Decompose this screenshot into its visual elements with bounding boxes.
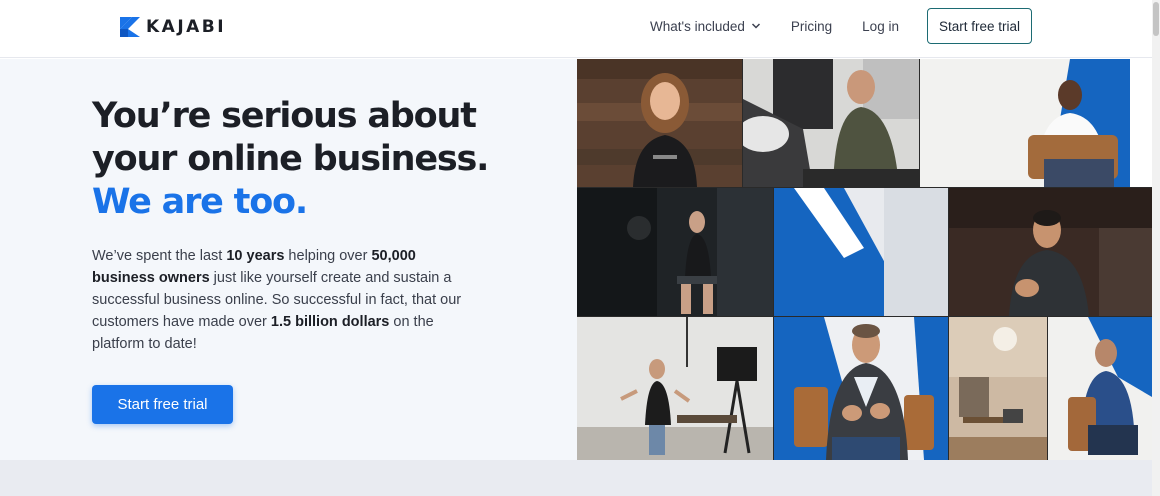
headline-line-1: You’re serious about [92, 96, 477, 136]
photo-office-chandelier [949, 317, 1047, 460]
photo-man-talking-figure [774, 317, 948, 460]
photo-man-motorcycle [743, 59, 919, 187]
photo-man-chair-blue-wall [920, 59, 1152, 187]
photo-woman-gym [577, 188, 773, 316]
hero-headline: You’re serious about your online busines… [92, 95, 562, 224]
photo-woman-smiling [577, 59, 742, 187]
desc-bold-amount: 1.5 billion dollars [270, 314, 390, 330]
brand-name: KAJABI [146, 17, 227, 37]
photo-man-dark-studio [949, 188, 1152, 316]
main-nav: What's included Pricing Log in Start fre… [650, 8, 1032, 44]
desc-bold-years: 10 years [226, 248, 285, 264]
photo-blue-stage [774, 188, 948, 316]
hero-description: We’ve spent the last 10 years helping ov… [92, 245, 472, 355]
brand-logo[interactable]: KAJABI [120, 15, 226, 39]
nav-pricing[interactable]: Pricing [791, 19, 832, 34]
desc-text-1: We’ve spent the last [92, 248, 227, 264]
next-section-band [0, 460, 1152, 496]
page-scrollbar[interactable] [1152, 0, 1160, 496]
hero-section: You’re serious about your online busines… [0, 59, 1152, 460]
desc-bold-owners: business owners [92, 270, 210, 286]
desc-bold-count: 50,000 [371, 248, 416, 264]
customer-photo-collage [577, 59, 1152, 460]
nav-whats-included[interactable]: What's included [650, 19, 761, 34]
header-start-trial-button[interactable]: Start free trial [926, 8, 1032, 44]
photo-man-blue-shirt [1048, 317, 1152, 460]
nav-login[interactable]: Log in [862, 19, 899, 34]
headline-line-2: your online business. [92, 139, 489, 179]
chevron-down-icon [751, 23, 760, 29]
kajabi-logo-icon [120, 17, 140, 37]
nav-whats-included-label: What's included [650, 18, 745, 34]
page: KAJABI What's included Pricing Log in St… [0, 0, 1160, 496]
hero-start-trial-button[interactable]: Start free trial [92, 385, 233, 424]
desc-text-2: helping over [284, 248, 372, 264]
headline-accent: We are too. [92, 182, 308, 222]
photo-woman-filming [577, 317, 773, 460]
scrollbar-thumb[interactable] [1153, 2, 1159, 36]
site-header: KAJABI What's included Pricing Log in St… [0, 0, 1152, 58]
